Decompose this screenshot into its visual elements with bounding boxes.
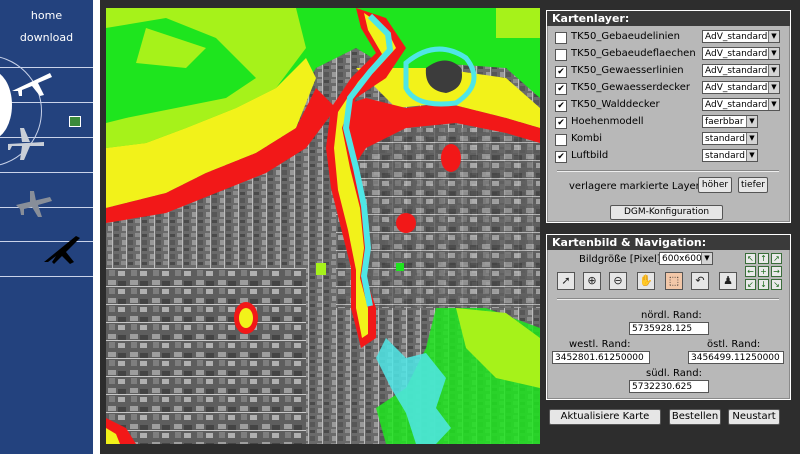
divider	[93, 0, 100, 454]
layer-name: TK50_Gebaeudelinien	[571, 31, 680, 42]
layer-style-select[interactable]: faerbbar ▼	[702, 115, 758, 128]
layers-panel-title: Kartenlayer:	[547, 11, 790, 26]
select-area-icon[interactable]: ⬚	[665, 272, 683, 290]
east-edge-label: östl. Rand:	[707, 339, 761, 350]
north-edge-label: nördl. Rand:	[641, 310, 702, 321]
layer-checkbox[interactable]: ✔	[555, 117, 567, 129]
divider	[557, 298, 779, 300]
plane-black-icon	[44, 236, 80, 264]
map-image	[106, 8, 540, 444]
undo-icon[interactable]: ↶	[691, 272, 709, 290]
layer-name: Hoehenmodell	[571, 116, 644, 127]
layer-row: ✔ Luftbild standard ▼	[555, 149, 785, 164]
chevron-down-icon: ▼	[746, 150, 757, 161]
layer-checkbox[interactable]	[555, 49, 567, 61]
layer-row: ✔ TK50_Gewaesserdecker AdV_standard ▼	[555, 81, 785, 96]
layer-checkbox[interactable]	[555, 32, 567, 44]
navigation-panel: Kartenbild & Navigation: Bildgröße [Pixe…	[546, 234, 791, 400]
order-button[interactable]: Bestellen	[669, 409, 721, 425]
layer-name: TK50_Gewaesserlinien	[571, 65, 684, 76]
layer-style-select[interactable]: AdV_standard ▼	[702, 30, 780, 43]
plane-white-icon	[12, 73, 52, 96]
east-edge-field[interactable]: 3456499.11250000	[688, 351, 784, 364]
west-edge-field[interactable]: 3452801.61250000	[552, 351, 650, 364]
chevron-down-icon: ▼	[701, 253, 712, 264]
layer-row: ✔ Hoehenmodell faerbbar ▼	[555, 115, 785, 130]
chevron-down-icon: ▼	[746, 133, 757, 144]
chevron-down-icon: ▼	[768, 48, 779, 59]
layer-checkbox[interactable]: ✔	[555, 83, 567, 95]
pointer-tool-icon[interactable]: ➚	[557, 272, 575, 290]
pan-center-icon[interactable]: +	[758, 266, 769, 277]
image-size-label: Bildgröße [Pixel]:	[579, 254, 665, 265]
map-canvas[interactable]	[106, 8, 540, 444]
layer-name: Luftbild	[571, 150, 609, 161]
layer-style-select[interactable]: AdV_standard ▼	[702, 98, 780, 111]
plane-gray-icon	[8, 128, 44, 160]
pan-northeast-icon[interactable]: ↗	[771, 253, 782, 264]
update-map-button[interactable]: Aktualisiere Karte	[549, 409, 661, 425]
layer-checkbox[interactable]: ✔	[555, 66, 567, 78]
sidebar-divider	[0, 172, 93, 173]
chevron-down-icon: ▼	[768, 82, 779, 93]
action-bar: Aktualisiere Karte Bestellen Neustart	[546, 406, 789, 428]
higher-button[interactable]: höher	[698, 177, 732, 193]
layer-checkbox[interactable]: ✔	[555, 151, 567, 163]
pan-west-icon[interactable]: ←	[745, 266, 756, 277]
move-layer-label: verlagere markierte Layer:	[569, 181, 703, 192]
layer-row: ✔ TK50_Walddecker AdV_standard ▼	[555, 98, 785, 113]
pan-east-icon[interactable]: →	[771, 266, 782, 277]
pan-northwest-icon[interactable]: ↖	[745, 253, 756, 264]
layer-row: TK50_Gebaeudelinien AdV_standard ▼	[555, 30, 785, 45]
plane-dark-gray-icon	[16, 191, 52, 217]
lower-button[interactable]: tiefer	[738, 177, 768, 193]
chevron-down-icon: ▼	[768, 31, 779, 42]
layer-row: Kombi standard ▼	[555, 132, 785, 147]
zoom-out-icon[interactable]: ⊖	[609, 272, 627, 290]
layer-name: TK50_Gewaesserdecker	[571, 82, 690, 93]
layer-name: Kombi	[571, 133, 603, 144]
south-edge-field[interactable]: 5732230.625	[629, 380, 709, 393]
layer-style-select[interactable]: standard ▼	[702, 132, 758, 145]
pan-hand-icon[interactable]: ✋	[637, 272, 655, 290]
layer-name: TK50_Gebaeudeflaechen	[571, 48, 696, 59]
map-marker-icon[interactable]	[69, 116, 81, 127]
layer-style-select[interactable]: standard ▼	[702, 149, 758, 162]
layer-row: ✔ TK50_Gewaesserlinien AdV_standard ▼	[555, 64, 785, 79]
pan-north-icon[interactable]: ↑	[758, 253, 769, 264]
download-link[interactable]: download	[0, 31, 93, 44]
layer-checkbox[interactable]: ✔	[555, 100, 567, 112]
layer-style-select[interactable]: AdV_standard ▼	[702, 81, 780, 94]
dgm-config-button[interactable]: DGM-Konfiguration	[610, 205, 723, 220]
binoculars-icon[interactable]: ♟	[719, 272, 737, 290]
pan-southwest-icon[interactable]: ↙	[745, 279, 756, 290]
home-link[interactable]: home	[0, 9, 93, 22]
pan-south-icon[interactable]: ↓	[758, 279, 769, 290]
layer-style-select[interactable]: AdV_standard ▼	[702, 64, 780, 77]
zoom-in-icon[interactable]: ⊕	[583, 272, 601, 290]
west-edge-label: westl. Rand:	[569, 339, 631, 350]
layers-panel: Kartenlayer: TK50_Gebaeudelinien AdV_sta…	[546, 10, 791, 223]
sidebar-divider	[0, 276, 93, 277]
north-edge-field[interactable]: 5735928.125	[629, 322, 709, 335]
sidebar: home download	[0, 0, 93, 454]
chevron-down-icon: ▼	[768, 99, 779, 110]
navigation-panel-title: Kartenbild & Navigation:	[547, 235, 790, 250]
image-size-select[interactable]: 600x600 ▼	[659, 252, 713, 265]
layer-style-select[interactable]: AdV_standard ▼	[702, 47, 780, 60]
pan-southeast-icon[interactable]: ↘	[771, 279, 782, 290]
layer-row: TK50_Gebaeudeflaechen AdV_standard ▼	[555, 47, 785, 62]
layer-checkbox[interactable]	[555, 134, 567, 146]
chevron-down-icon: ▼	[746, 116, 757, 127]
divider	[557, 170, 779, 172]
south-edge-label: südl. Rand:	[646, 368, 702, 379]
chevron-down-icon: ▼	[768, 65, 779, 76]
restart-button[interactable]: Neustart	[728, 409, 780, 425]
layer-name: TK50_Walddecker	[571, 99, 660, 110]
